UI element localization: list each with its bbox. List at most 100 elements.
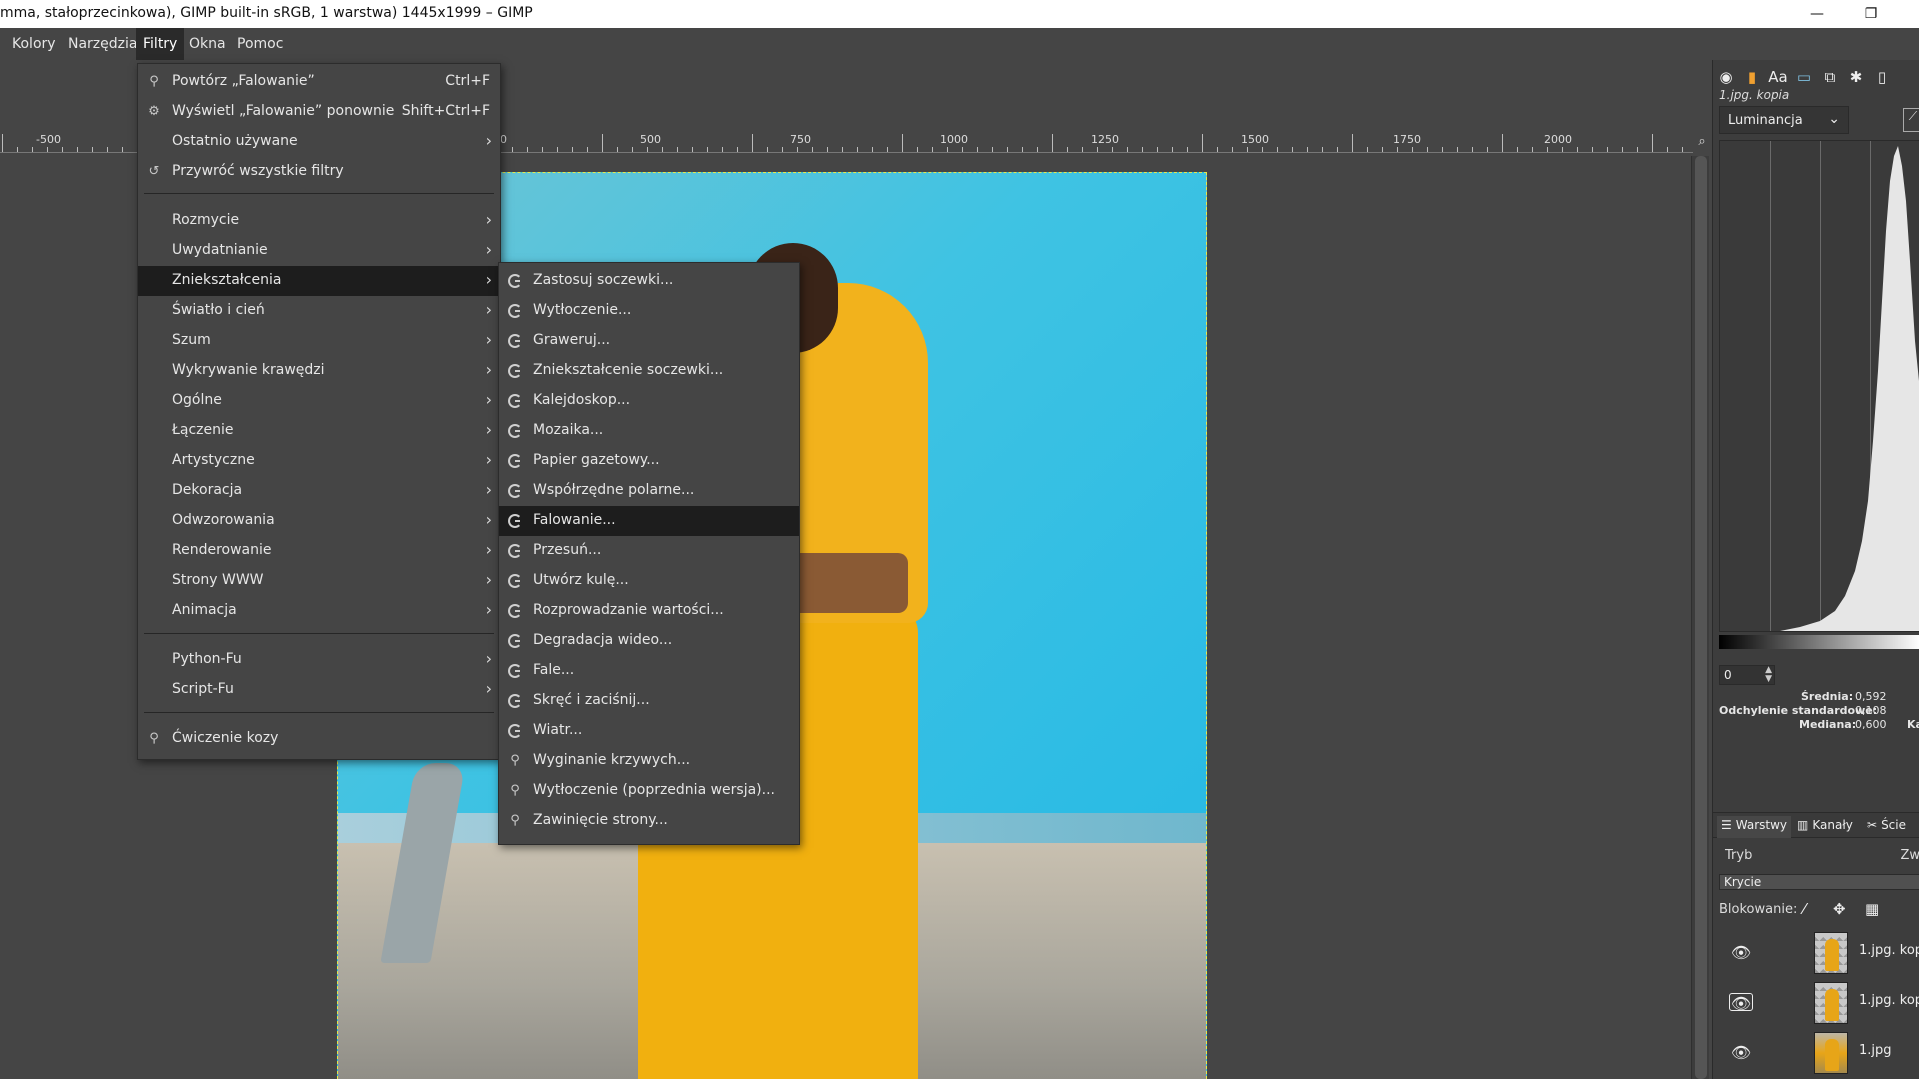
tab-channels[interactable]: ▥ Kanały [1793,816,1857,838]
ruler-tick [617,147,618,152]
distort-item-ripple[interactable]: Falowanie... [499,506,799,536]
minimize-button[interactable]: — [1794,0,1840,28]
layer-row[interactable]: 👁 1.jpg. kopia [1719,928,1919,978]
ruler-tick [1382,147,1383,152]
ruler-label: 1500 [1241,133,1269,146]
goat-exercise-item[interactable]: ⚲ Ćwiczenie kozy [138,724,500,754]
distort-item[interactable]: Wiatr... [499,716,799,746]
restore-button[interactable]: ❐ [1848,0,1894,28]
gradient-tab-icon[interactable]: ▮ [1741,66,1763,88]
reshow-filter-item[interactable]: ⚙ Wyświetl „Falowanie” ponownie Shift+Ct… [138,97,500,127]
ruler-tick [887,147,888,152]
submenu-strony-www[interactable]: Strony WWW › [138,566,500,596]
distort-item[interactable]: Graweruj... [499,326,799,356]
distort-item[interactable]: Kalejdoskop... [499,386,799,416]
submenu-rozmycie[interactable]: Rozmycie › [138,206,500,236]
ruler-tick [1442,147,1443,152]
document-tab-icon[interactable]: ▯ [1871,66,1893,88]
distort-item[interactable]: Współrzędne polarne... [499,476,799,506]
paths-icon: ✂ [1867,818,1878,832]
ruler-tick [1667,147,1668,152]
distort-item[interactable]: Przesuń... [499,536,799,566]
layer-row[interactable]: 👁 1.jpg. kopia [1719,978,1919,1028]
menu-pomoc[interactable]: Pomoc [230,28,290,60]
ruler-label: 1000 [940,133,968,146]
font-tab-icon[interactable]: Aa [1767,66,1789,88]
lock-pixels-icon[interactable]: ⁄ [1803,900,1806,918]
layer-row[interactable]: 👁 1.jpg [1719,1028,1919,1078]
distort-item[interactable]: Degradacja wideo... [499,626,799,656]
layer-thumbnail [1814,932,1848,974]
range-start-spin[interactable]: 0 ▲ ▼ [1719,665,1775,685]
undo-history-tab-icon[interactable]: ⧉ [1819,66,1841,88]
channels-icon: ▥ [1797,818,1809,832]
lock-position-icon[interactable]: ✥ [1833,900,1846,918]
gegl-icon [507,603,523,619]
images-tab-icon[interactable]: ▭ [1793,66,1815,88]
ruler-tick [512,147,513,152]
distort-item[interactable]: Rozprowadzanie wartości... [499,596,799,626]
submenu-dekoracja[interactable]: Dekoracja › [138,476,500,506]
menu-item-label: Przywróć wszystkie filtry [172,163,344,179]
eye-icon[interactable]: 👁 [1729,993,1753,1013]
spin-arrows-icon[interactable]: ▲ ▼ [1765,666,1772,684]
gegl-icon [507,573,523,589]
ruler-tick [677,147,678,152]
tab-paths[interactable]: ✂ Ście [1863,816,1910,838]
ruler-tick [722,147,723,152]
submenu-artystyczne[interactable]: Artystyczne › [138,446,500,476]
distort-item[interactable]: Fale... [499,656,799,686]
distort-item[interactable]: Mozaika... [499,416,799,446]
distort-item[interactable]: Zniekształcenie soczewki... [499,356,799,386]
submenu-ogolne[interactable]: Ogólne › [138,386,500,416]
submenu-renderowanie[interactable]: Renderowanie › [138,536,500,566]
eye-icon[interactable]: 👁 [1729,943,1753,962]
scrollbar-thumb[interactable] [1695,156,1707,1079]
linear-scale-icon[interactable]: ⟋ [1903,108,1919,132]
distort-item[interactable]: Utwórz kulę... [499,566,799,596]
ruler-tick [122,147,123,152]
brushes-tab-icon[interactable]: ✱ [1845,66,1867,88]
submenu-python-fu[interactable]: Python-Fu › [138,645,500,675]
submenu-script-fu[interactable]: Script-Fu › [138,675,500,705]
submenu-odwzorowania[interactable]: Odwzorowania › [138,506,500,536]
distort-item[interactable]: Zastosuj soczewki... [499,266,799,296]
distort-item[interactable]: ⚲ Wytłoczenie (poprzednia wersja)... [499,776,799,806]
submenu-wykrywanie-krawedzi[interactable]: Wykrywanie krawędzi › [138,356,500,386]
distort-item[interactable]: ⚲ Zawinięcie strony... [499,806,799,836]
ruler-tick [1622,147,1623,152]
submenu-laczenie[interactable]: Łączenie › [138,416,500,446]
eye-icon[interactable]: 👁 [1729,1043,1753,1062]
vertical-scrollbar[interactable] [1691,156,1709,1079]
reset-filters-item[interactable]: ↺ Przywróć wszystkie filtry [138,157,500,187]
opacity-slider[interactable]: Krycie [1719,874,1919,890]
distort-item[interactable]: Papier gazetowy... [499,446,799,476]
chevron-right-icon: › [485,570,492,589]
histogram-tab-icon[interactable]: ◉ [1715,66,1737,88]
submenu-szum[interactable]: Szum › [138,326,500,356]
menu-kolory[interactable]: Kolory [5,28,63,60]
ruler-tick [842,147,843,152]
ruler-tick [1142,147,1143,152]
ruler-tick [632,147,633,152]
ruler-tick [1337,147,1338,152]
submenu-animacja[interactable]: Animacja › [138,596,500,626]
submenu-uwydatnianie[interactable]: Uwydatnianie › [138,236,500,266]
submenu-swiatlo-i-cien[interactable]: Światło i cień › [138,296,500,326]
distort-item[interactable]: Wytłoczenie... [499,296,799,326]
menu-item-label: Dekoracja [172,482,243,498]
repeat-filter-item[interactable]: ⚲ Powtórz „Falowanie” Ctrl+F [138,67,500,97]
distort-item[interactable]: Skręć i zaciśnij... [499,686,799,716]
histogram-view[interactable] [1719,140,1919,632]
menu-okna[interactable]: Okna [182,28,233,60]
submenu-znieksztalcenia[interactable]: Zniekształcenia › [138,266,500,296]
zoom-nav-icon[interactable]: ⌕ [1693,134,1711,152]
distort-item[interactable]: ⚲ Wyginanie krzywych... [499,746,799,776]
tab-layers[interactable]: ☰ Warstwy [1717,816,1792,838]
menu-filtry[interactable]: Filtry [136,28,185,60]
layer-mode-row[interactable]: Tryb Zw [1719,844,1919,868]
menu-narzedzia[interactable]: Narzędzia [61,28,144,60]
lock-alpha-icon[interactable]: ▦ [1865,900,1879,918]
recent-filters-item[interactable]: Ostatnio używane › [138,127,500,157]
channel-select[interactable]: Luminancja ⌄ [1719,106,1849,134]
